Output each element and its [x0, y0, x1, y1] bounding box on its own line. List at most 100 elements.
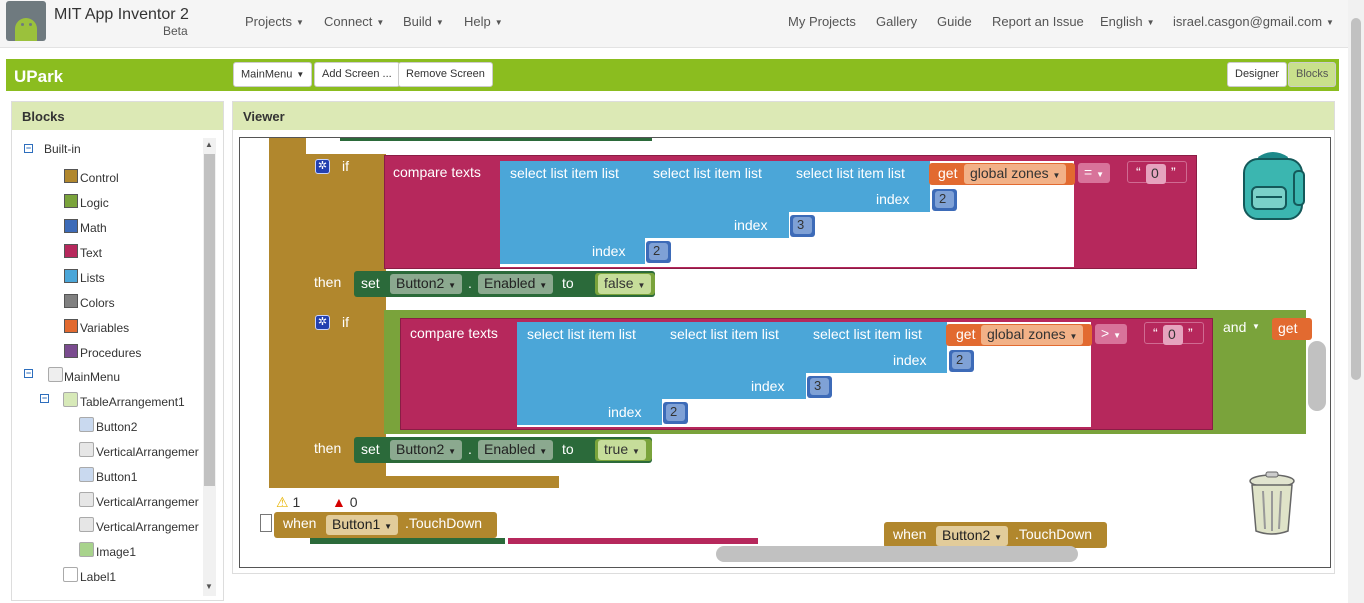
caret-down-icon: ▼: [1146, 18, 1155, 28]
menu-build[interactable]: Build ▼: [403, 14, 444, 29]
trash-can-icon[interactable]: [1246, 471, 1298, 537]
label-icon: [63, 567, 78, 582]
tree-component-image1[interactable]: Image1: [96, 545, 136, 559]
collapse-mainmenu-icon[interactable]: −: [24, 369, 33, 378]
then-label: then: [314, 440, 342, 456]
event-name-label: .TouchDown: [1015, 526, 1093, 542]
tree-component-verticalarrangemer[interactable]: VerticalArrangemer: [96, 520, 199, 534]
logic-value-dropdown[interactable]: false ▼: [598, 274, 652, 294]
app-inventor-logo-icon[interactable]: [6, 1, 46, 41]
tree-scrollbar[interactable]: ▲ ▼: [203, 138, 216, 596]
global-zones-dropdown[interactable]: global zones ▼: [964, 164, 1067, 184]
workspace-horizontal-scrollbar[interactable]: [716, 546, 1078, 562]
property-dropdown[interactable]: Enabled ▼: [478, 440, 554, 460]
collapse-builtin-icon[interactable]: −: [24, 144, 33, 153]
component-dropdown[interactable]: Button2 ▼: [390, 440, 463, 460]
caret-down-icon: ▼: [376, 18, 385, 28]
property-dropdown[interactable]: Enabled ▼: [478, 274, 554, 294]
remove-screen-button[interactable]: Remove Screen: [398, 62, 493, 87]
add-screen-button[interactable]: Add Screen ...: [314, 62, 400, 87]
number-value[interactable]: 2: [935, 191, 954, 208]
control-block-spine[interactable]: [269, 138, 306, 484]
caret-down-icon: ▼: [296, 70, 305, 79]
project-toolbar: UPark MainMenu ▼ Add Screen ... Remove Sc…: [6, 59, 1339, 91]
warning-indicator[interactable]: ⚠ 1: [276, 494, 300, 511]
index-label: index: [893, 352, 927, 368]
tree-component-verticalarrangemer[interactable]: VerticalArrangemer: [96, 495, 199, 509]
link-guide[interactable]: Guide: [937, 14, 972, 29]
blocks-button[interactable]: Blocks: [1288, 62, 1337, 87]
viewer-title: Viewer: [233, 102, 1334, 130]
workspace-vertical-scrollbar[interactable]: [1308, 341, 1326, 411]
vertical-arrangement-icon: [79, 492, 94, 507]
menu-projects[interactable]: Projects ▼: [245, 14, 304, 29]
number-value[interactable]: 2: [666, 404, 685, 421]
caret-down-icon: ▼: [435, 18, 444, 28]
link-report-issue[interactable]: Report an Issue: [992, 14, 1084, 29]
category-swatch-icon: [64, 169, 78, 183]
get-label: get: [956, 326, 976, 342]
collapse-checkbox[interactable]: [260, 514, 272, 532]
tree-tablearrangement[interactable]: TableArrangement1: [80, 395, 185, 409]
set-label: set: [361, 275, 380, 291]
error-icon: ▲: [332, 494, 346, 510]
get-label: get: [938, 165, 958, 181]
category-text[interactable]: Text: [80, 246, 102, 260]
component-dropdown[interactable]: Button2 ▼: [390, 274, 463, 294]
menu-account[interactable]: israel.casgon@gmail.com ▼: [1173, 14, 1334, 29]
select-list-item-label: select list item list: [510, 165, 619, 181]
number-value[interactable]: 2: [952, 352, 971, 369]
menu-help[interactable]: Help ▼: [464, 14, 503, 29]
index-label: index: [608, 404, 642, 420]
category-math[interactable]: Math: [80, 221, 107, 235]
text-literal-value[interactable]: 0: [1163, 325, 1183, 345]
category-control[interactable]: Control: [80, 171, 119, 185]
menu-language[interactable]: English ▼: [1100, 14, 1155, 29]
warning-icon: ⚠: [276, 494, 289, 510]
mutator-gear-icon[interactable]: ✲: [315, 159, 330, 174]
brand-title[interactable]: MIT App Inventor 2: [54, 6, 189, 24]
select-list-item-label: select list item list: [653, 165, 762, 181]
category-variables[interactable]: Variables: [80, 321, 129, 335]
tree-label1[interactable]: Label1: [80, 570, 116, 584]
designer-button[interactable]: Designer: [1227, 62, 1288, 87]
caret-down-icon: ▼: [494, 18, 503, 28]
tree-builtin[interactable]: Built-in: [44, 142, 81, 156]
category-procedures[interactable]: Procedures: [80, 346, 141, 360]
tree-mainmenu[interactable]: MainMenu: [64, 370, 120, 384]
operator-gt-dropdown[interactable]: > ▼: [1095, 324, 1127, 344]
global-zones-dropdown[interactable]: global zones ▼: [981, 325, 1084, 345]
collapse-table-icon[interactable]: −: [40, 394, 49, 403]
blocks-workspace[interactable]: ✲ if then compare texts select list item…: [239, 137, 1331, 568]
tree-component-button2[interactable]: Button2: [96, 420, 137, 434]
page-scrollbar[interactable]: [1348, 0, 1364, 603]
category-lists[interactable]: Lists: [80, 271, 105, 285]
category-logic[interactable]: Logic: [80, 196, 109, 210]
screen-icon: [48, 367, 63, 382]
error-indicator[interactable]: ▲ 0: [332, 494, 358, 510]
link-gallery[interactable]: Gallery: [876, 14, 917, 29]
select-list-item-label: select list item list: [813, 326, 922, 342]
event-component-dropdown[interactable]: Button1 ▼: [326, 515, 399, 535]
tree-component-verticalarrangemer[interactable]: VerticalArrangemer: [96, 445, 199, 459]
index-label: index: [592, 243, 626, 259]
text-literal-value[interactable]: 0: [1146, 164, 1166, 184]
menu-connect[interactable]: Connect ▼: [324, 14, 384, 29]
mutator-gear-icon[interactable]: ✲: [315, 315, 330, 330]
number-value[interactable]: 3: [810, 378, 829, 395]
screen-selector-button[interactable]: MainMenu ▼: [233, 62, 313, 87]
event-name-label: .TouchDown: [405, 515, 483, 531]
number-value[interactable]: 3: [793, 217, 812, 234]
backpack-icon[interactable]: [1240, 151, 1306, 221]
logic-value-dropdown[interactable]: true ▼: [598, 440, 646, 460]
category-swatch-icon: [64, 194, 78, 208]
caret-down-icon: ▼: [1326, 18, 1334, 28]
event-component-dropdown[interactable]: Button2 ▼: [936, 526, 1009, 546]
image-component-icon: [79, 542, 94, 557]
category-colors[interactable]: Colors: [80, 296, 115, 310]
select-list-item-label: select list item list: [796, 165, 905, 181]
operator-eq-dropdown[interactable]: = ▼: [1078, 163, 1110, 183]
link-my-projects[interactable]: My Projects: [788, 14, 856, 29]
number-value[interactable]: 2: [649, 243, 668, 260]
tree-component-button1[interactable]: Button1: [96, 470, 137, 484]
